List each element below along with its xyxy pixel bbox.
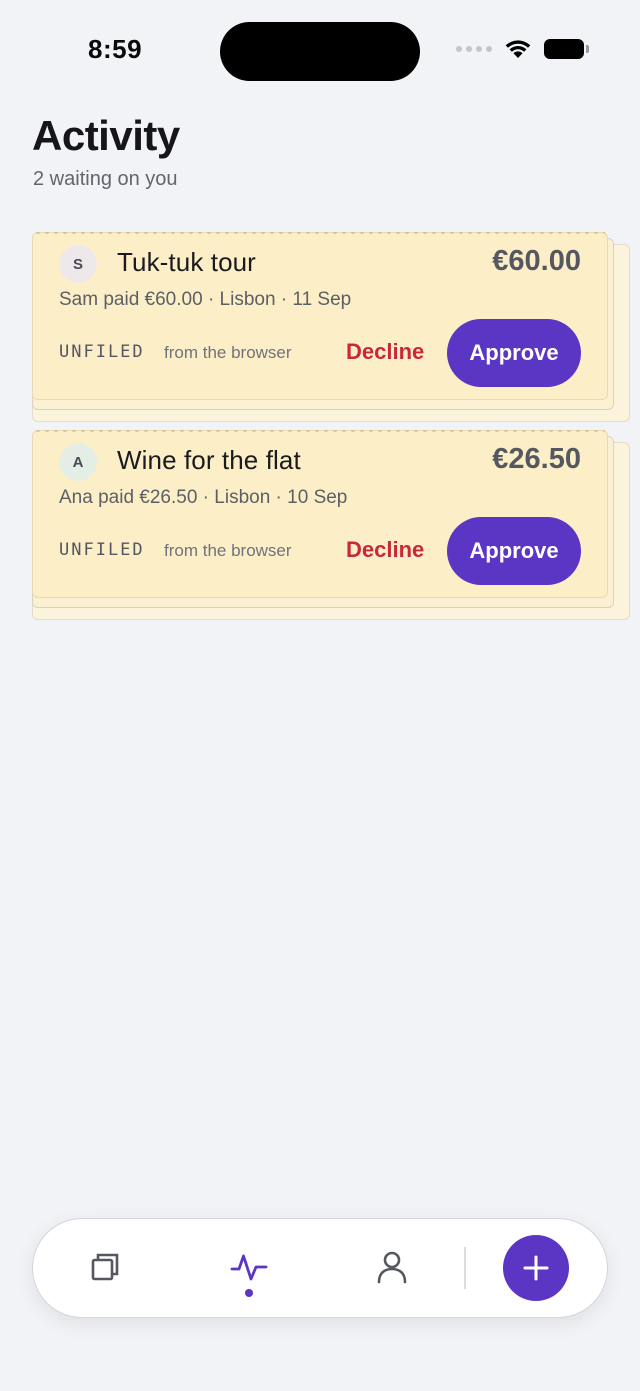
add-button[interactable] (503, 1235, 569, 1301)
tab-activity[interactable] (225, 1243, 273, 1291)
status-time: 8:59 (88, 34, 143, 64)
page-subtitle: 2 waiting on you (33, 168, 178, 190)
avatar: S (59, 245, 97, 283)
request-source: from the browser (164, 541, 292, 560)
page-title: Activity (32, 112, 180, 159)
tab-profile[interactable] (368, 1243, 416, 1291)
decline-button[interactable]: Decline (346, 537, 424, 563)
status-tag: UNFILED (59, 540, 145, 560)
dynamic-island (220, 22, 420, 81)
request-title: Wine for the flat (117, 445, 301, 475)
tab-divider (464, 1247, 466, 1289)
request-card-front: A Wine for the flat €26.50 Ana paid €26.… (32, 430, 608, 598)
profile-icon (377, 1251, 407, 1284)
active-tab-indicator (245, 1289, 253, 1297)
request-meta: Sam paid €60.00 · Lisbon · 11 Sep (59, 289, 352, 310)
cards-icon (91, 1253, 119, 1281)
decline-button[interactable]: Decline (346, 339, 424, 365)
avatar: A (59, 443, 97, 481)
request-card[interactable]: A Wine for the flat €26.50 Ana paid €26.… (32, 430, 630, 620)
perforated-edge (35, 430, 605, 436)
perforated-edge (35, 232, 605, 238)
approve-button[interactable]: Approve (447, 319, 581, 387)
request-source: from the browser (164, 343, 292, 362)
approve-button[interactable]: Approve (447, 517, 581, 585)
tab-cards[interactable] (81, 1243, 129, 1291)
activity-screen: 8:59 Activity 2 waiting on you S Tuk-tuk… (0, 0, 640, 1391)
request-title: Tuk-tuk tour (117, 247, 256, 277)
status-icons (456, 38, 589, 60)
tab-bar (32, 1218, 608, 1318)
status-tag: UNFILED (59, 342, 145, 362)
activity-icon (230, 1254, 268, 1281)
wifi-icon (505, 40, 531, 58)
battery-icon (544, 39, 589, 59)
request-card-front: S Tuk-tuk tour €60.00 Sam paid €60.00 · … (32, 232, 608, 400)
plus-icon (523, 1255, 549, 1281)
request-amount: €60.00 (492, 245, 581, 277)
request-amount: €26.50 (492, 443, 581, 475)
cellular-signal-icon (456, 46, 492, 52)
request-card[interactable]: S Tuk-tuk tour €60.00 Sam paid €60.00 · … (32, 232, 630, 422)
request-meta: Ana paid €26.50 · Lisbon · 10 Sep (59, 487, 348, 508)
